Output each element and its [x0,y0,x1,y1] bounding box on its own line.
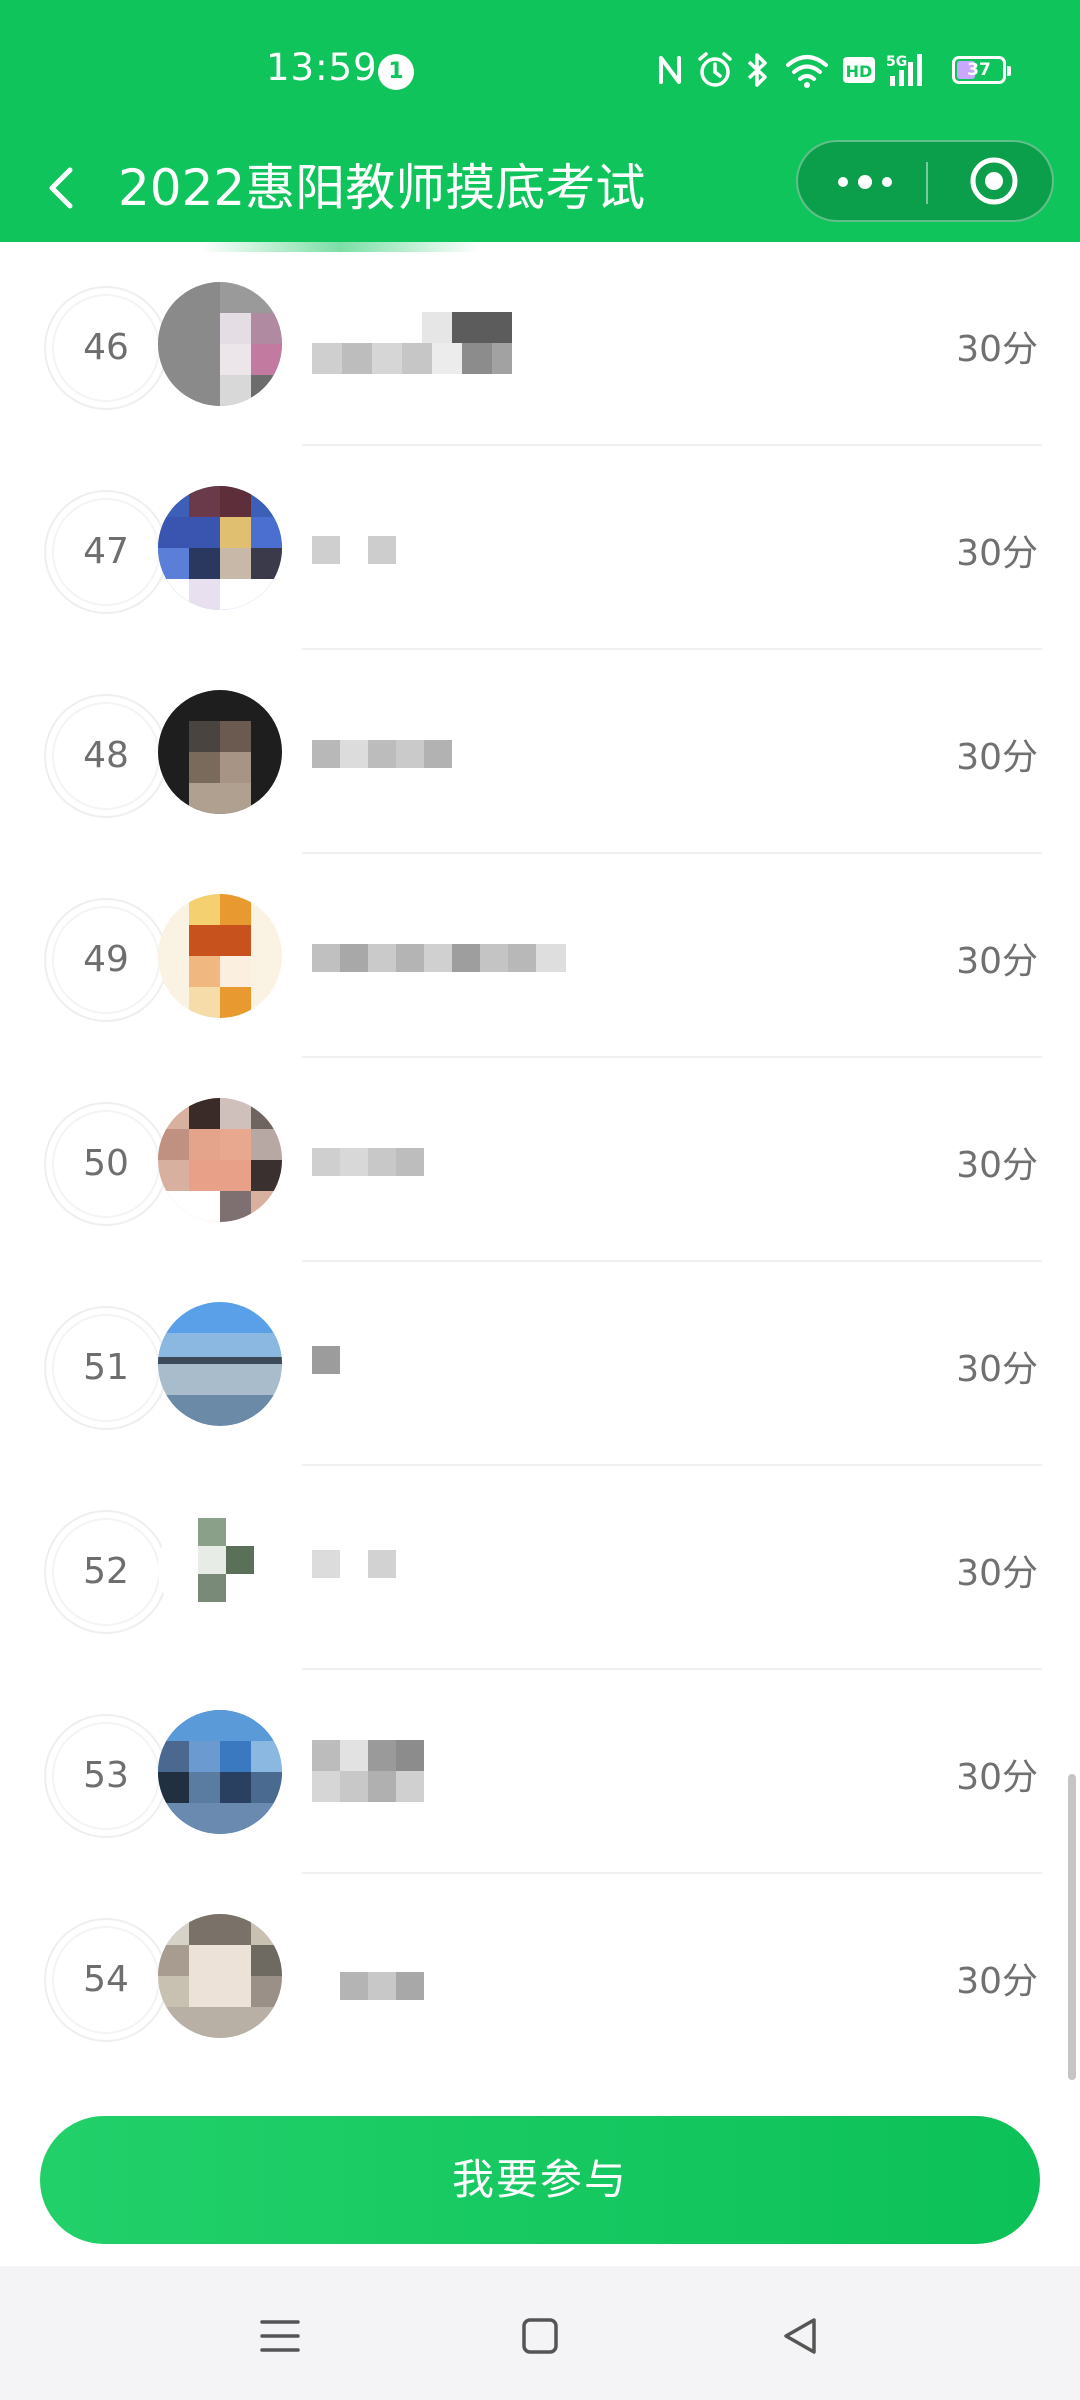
hd-icon: HD [842,50,876,94]
blurred-name [312,944,566,972]
rank-badge: 53 [44,1714,168,1838]
miniprogram-capsule [796,140,1054,222]
svg-text:HD: HD [846,62,873,81]
score: 30分 [956,1961,1038,2002]
more-dot-icon [838,177,848,187]
alarm-icon [696,50,734,94]
avatar [158,282,282,406]
leaderboard-row[interactable]: 53 30分 [0,1670,1080,1874]
battery-level: 37 [967,60,991,80]
rank-badge: 51 [44,1306,168,1430]
bluetooth-icon [744,50,770,94]
score: 30分 [956,329,1038,370]
more-button[interactable] [818,142,918,220]
blurred-name [312,1346,340,1374]
avatar [158,1710,282,1834]
rank-badge: 47 [44,490,168,614]
wifi-icon [784,50,830,94]
bottom-action-bar: 我要参与 [0,2080,1080,2266]
header: 13:59 1 HD 5G 37 2022惠阳教师摸底考试 [0,0,1080,242]
score: 30分 [956,1349,1038,1390]
join-button[interactable]: 我要参与 [40,2116,1040,2244]
leaderboard-row[interactable]: 51 30分 [0,1262,1080,1466]
blurred-name [312,536,396,564]
rank-badge: 49 [44,898,168,1022]
leaderboard-row[interactable]: 49 30分 [0,854,1080,1058]
score: 30分 [956,1757,1038,1798]
notification-badge: 1 [378,54,414,90]
rank-badge: 54 [44,1918,168,2042]
avatar [158,1302,282,1426]
blurred-name [340,1972,424,2000]
title-bar: 2022惠阳教师摸底考试 [0,140,1080,242]
avatar [158,894,282,1018]
leaderboard-row[interactable]: 46 30分 [0,242,1080,446]
capsule-divider [926,162,928,204]
scrollbar[interactable] [1068,1774,1076,2080]
leaderboard-row[interactable]: 47 30分 [0,446,1080,650]
blurred-name [312,1148,424,1176]
page-title: 2022惠阳教师摸底考试 [118,159,646,217]
rank-badge: 48 [44,694,168,818]
rank-badge: 52 [44,1510,168,1634]
back-button[interactable] [34,152,90,222]
more-dot-icon [858,175,872,189]
leaderboard-row[interactable]: 48 30分 [0,650,1080,854]
avatar [158,690,282,814]
leaderboard-row[interactable]: 50 30分 [0,1058,1080,1262]
blurred-name [312,1740,424,1802]
rank-badge: 50 [44,1102,168,1226]
leaderboard-list[interactable]: 46 30分 47 30分 48 30分 49 30分 50 30分 51 30… [0,242,1080,2080]
score: 30分 [956,941,1038,982]
score: 30分 [956,533,1038,574]
avatar [158,1506,282,1630]
score: 30分 [956,1145,1038,1186]
blurred-name [312,312,512,374]
blurred-name [312,1550,396,1578]
score: 30分 [956,1553,1038,1594]
menu-icon[interactable] [250,2306,310,2366]
status-time: 13:59 [266,46,378,89]
more-dot-icon [882,177,892,187]
status-bar: 13:59 1 HD 5G 37 [0,0,1080,140]
leaderboard-row[interactable]: 52 30分 [0,1466,1080,1670]
5g-signal-icon: 5G [886,50,930,94]
blurred-name [312,740,452,768]
home-icon[interactable] [510,2306,570,2366]
score: 30分 [956,737,1038,778]
rank-badge: 46 [44,286,168,410]
miniprogram-close-button[interactable] [938,142,1048,220]
back-triangle-icon[interactable] [770,2306,830,2366]
leaderboard-row[interactable]: 54 30分 [0,1874,1080,2078]
chevron-left-icon [49,167,73,209]
avatar [158,1914,282,2038]
avatar [158,486,282,610]
avatar [158,1098,282,1222]
svg-text:5G: 5G [886,54,907,70]
nfc-icon [656,50,684,94]
battery-icon: 37 [952,56,1011,84]
system-nav-bar [0,2266,1080,2400]
target-circle-icon [970,157,1018,205]
